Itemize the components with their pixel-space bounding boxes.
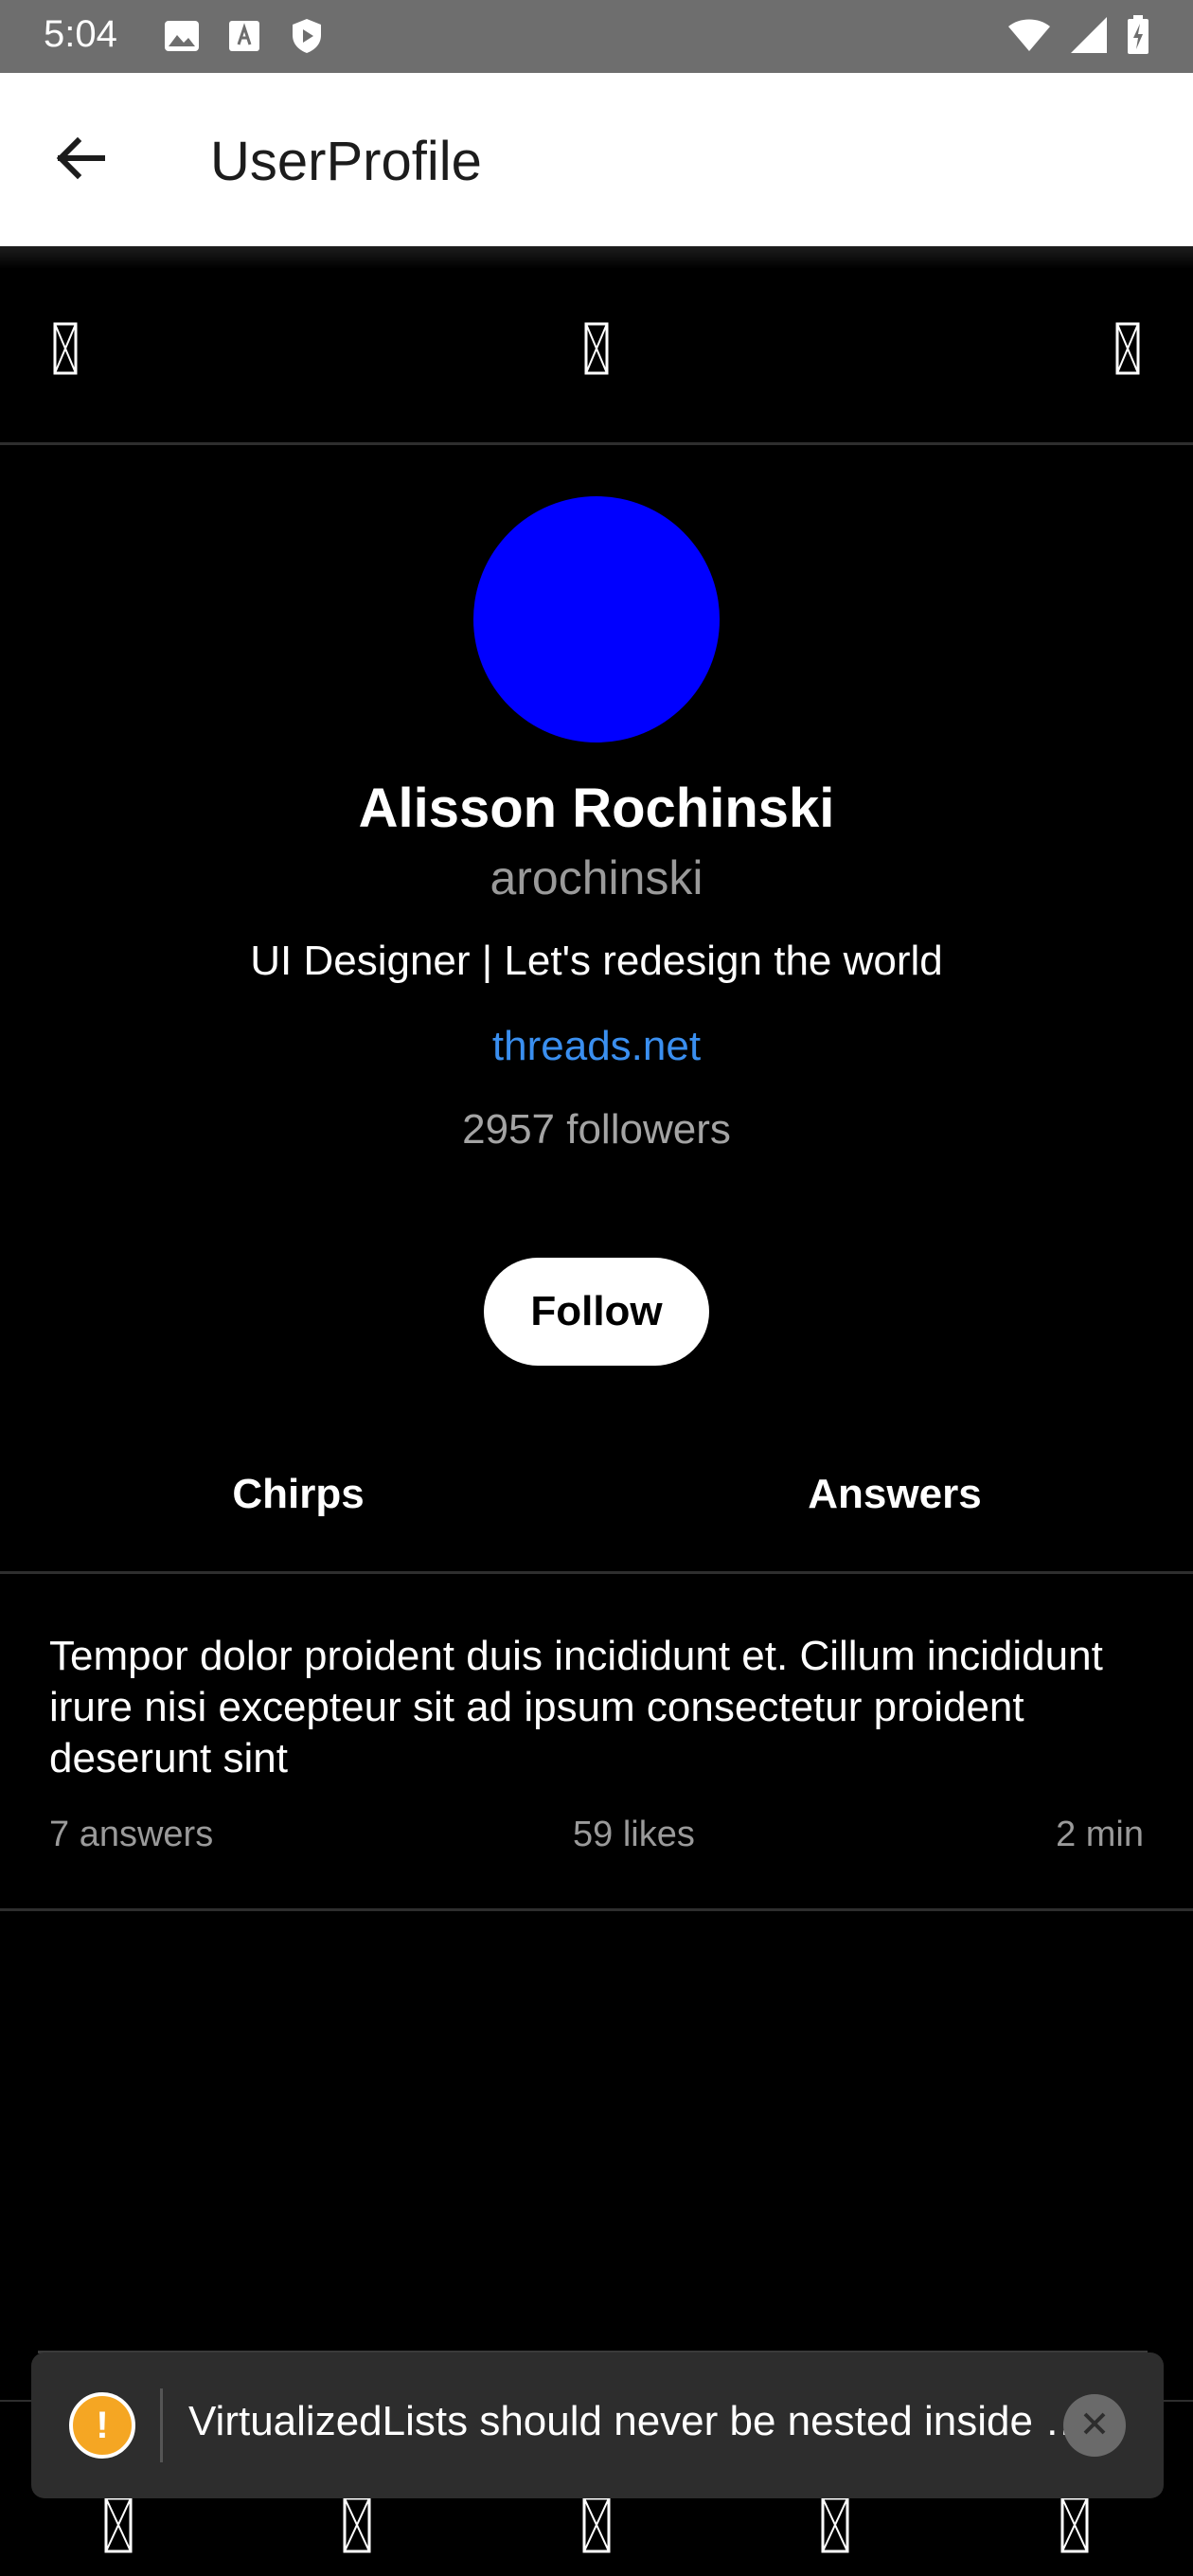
- profile-name: Alisson Rochinski: [358, 778, 835, 839]
- post-meta: 7 answers 59 likes 2 min: [49, 1815, 1144, 1862]
- warning-icon: !: [69, 2392, 135, 2459]
- missing-glyph-icon[interactable]: [1060, 2496, 1089, 2553]
- toast-message: VirtualizedLists should never be nested …: [188, 2398, 1088, 2444]
- page-title: UserProfile: [210, 131, 482, 192]
- status-system-icons: [1007, 15, 1149, 60]
- missing-glyph-icon[interactable]: [821, 2496, 849, 2553]
- status-notification-icons: [163, 17, 326, 55]
- list-item[interactable]: Tempor dolor proident duis incididunt et…: [0, 1574, 1193, 1911]
- follow-button[interactable]: Follow: [484, 1258, 709, 1366]
- back-button[interactable]: [42, 122, 117, 198]
- post-answers-count: 7 answers: [49, 1815, 214, 1854]
- tab-chirps[interactable]: Chirps: [0, 1440, 596, 1571]
- tab-answers[interactable]: Answers: [596, 1440, 1193, 1571]
- missing-glyph-icon[interactable]: [1115, 322, 1140, 375]
- post-text: Tempor dolor proident duis incididunt et…: [49, 1633, 1103, 1781]
- font-icon: [225, 17, 263, 55]
- app-bar: UserProfile: [0, 73, 1193, 246]
- status-time: 5:04: [44, 13, 117, 55]
- warning-toast[interactable]: ! VirtualizedLists should never be neste…: [31, 2352, 1164, 2498]
- shield-play-icon: [288, 17, 326, 55]
- toast-divider: [160, 2388, 163, 2462]
- profile-username: arochinski: [490, 851, 703, 904]
- close-icon: [1080, 2409, 1109, 2442]
- arrow-left-icon: [53, 135, 106, 186]
- app-bar-shadow: [0, 246, 1193, 269]
- image-icon: [163, 17, 201, 55]
- post-likes-count: 59 likes: [573, 1815, 695, 1854]
- profile-action-row: [0, 269, 1193, 445]
- status-bar: 5:04: [0, 0, 1193, 73]
- wifi-icon: [1007, 18, 1051, 57]
- missing-glyph-icon[interactable]: [53, 322, 78, 375]
- profile-bio: UI Designer | Let's redesign the world: [250, 938, 943, 984]
- post-timestamp: 2 min: [1056, 1815, 1144, 1854]
- profile-link[interactable]: threads.net: [0, 1023, 1193, 1070]
- missing-glyph-icon[interactable]: [343, 2496, 371, 2553]
- missing-glyph-icon[interactable]: [104, 2496, 133, 2553]
- signal-icon: [1070, 16, 1108, 59]
- avatar: [473, 496, 720, 742]
- missing-glyph-icon[interactable]: [582, 2496, 611, 2553]
- followers-count: 2957 followers: [462, 1106, 731, 1153]
- battery-charging-icon: [1127, 15, 1149, 60]
- missing-glyph-icon[interactable]: [584, 322, 609, 375]
- close-button[interactable]: [1063, 2394, 1126, 2457]
- profile-tabs: Chirps Answers: [0, 1440, 1193, 1574]
